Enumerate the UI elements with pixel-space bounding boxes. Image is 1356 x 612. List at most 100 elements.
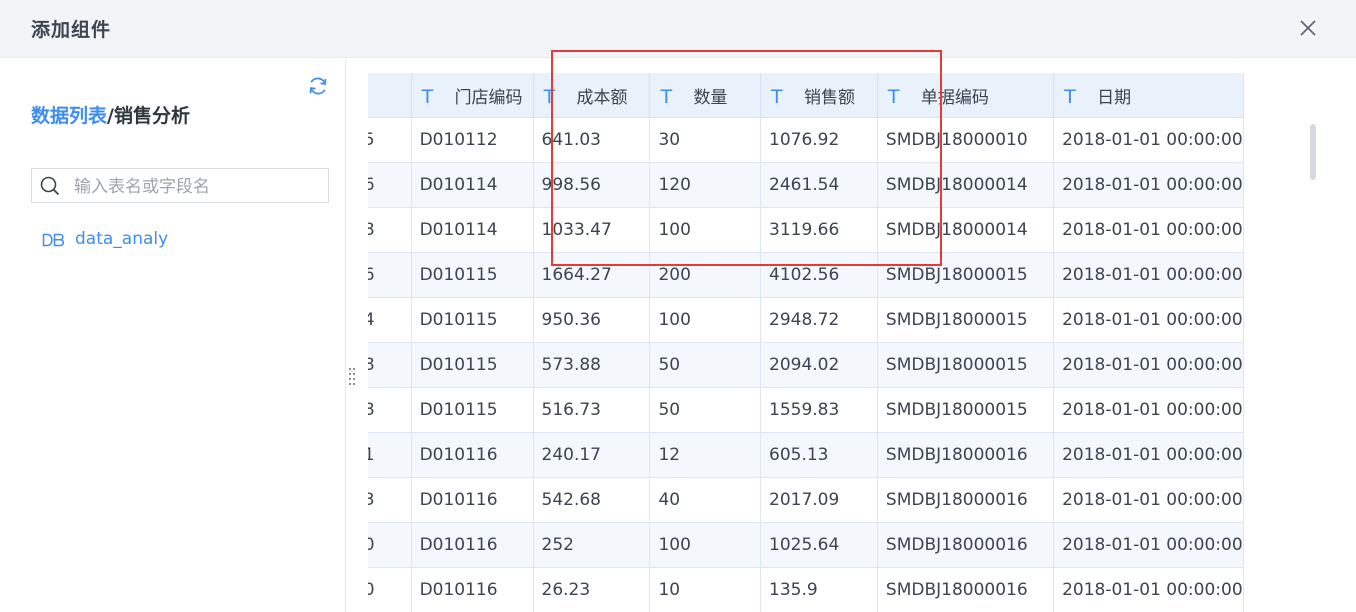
table-cell: 2948.72 [760,297,878,343]
table-cell: SMDBJ18000016 [877,567,1055,612]
table-cell: 2017.09 [760,477,878,523]
table-cell: 2018-01-01 00:00:00 [1053,162,1244,208]
table-cell: 1076.92 [760,117,878,163]
table-cell: 240.17 [533,432,651,478]
text-type-icon: T [660,85,673,108]
text-type-icon: T [887,85,900,108]
table-cell: D010115 [411,252,534,298]
table-cell: A6 [368,252,412,298]
table-cell: 2094.02 [760,342,878,388]
table-cell: 2018-01-01 00:00:00 [1053,297,1244,343]
search-input[interactable] [72,173,326,200]
column-header-label: 销售额 [804,87,855,108]
tree-item-label: data_analy [75,229,169,249]
column-header-store-code[interactable]: T 门店编码 [411,73,534,118]
refresh-icon[interactable] [306,74,330,98]
table-cell: 2018-01-01 00:00:00 [1053,567,1244,612]
scrollbar-thumb[interactable] [1310,124,1316,180]
breadcrumb-root[interactable]: 数据列表 [31,105,107,127]
tree-item-data-analy[interactable]: data_analy [42,228,168,250]
table-cell: 641.03 [533,117,651,163]
table-cell: 2018-01-01 00:00:00 [1053,522,1244,568]
table-row: 18D0101141033.471003119.66SMDBJ180000142… [368,207,1244,253]
column-header-sales[interactable]: T 销售额 [760,73,878,118]
table-cell: 1559.83 [760,387,878,433]
table-header-row: T T 门店编码 T 成本额 T 数量 T 销售额 T 单据编码 T 日期 [368,73,1244,118]
table-cell: 3119.66 [760,207,878,253]
table-body: 5D010112641.03301076.92SMDBJ180000102018… [368,117,1244,612]
table-cell: 2018-01-01 00:00:00 [1053,432,1244,478]
table-row: E8D010115573.88502094.02SMDBJ18000015201… [368,342,1244,388]
breadcrumb: 数据列表/销售分析 [31,101,190,128]
dialog-titlebar: 添加组件 [0,0,1356,58]
table-cell: 10 [649,567,761,612]
table-cell: 200 [649,252,761,298]
table-cell: 1664.27 [533,252,651,298]
data-preview-table: T T 门店编码 T 成本额 T 数量 T 销售额 T 单据编码 T 日期 5D010112… [368,73,1306,612]
table-cell: 4 [368,297,412,343]
dialog-title: 添加组件 [31,19,112,41]
breadcrumb-separator: / [107,105,114,127]
table-cell: SMDBJ18000015 [877,252,1055,298]
table-cell: 950.36 [533,297,651,343]
table-cell: 252 [533,522,651,568]
data-source-panel: 数据列表/销售分析 data_analy [0,58,346,612]
table-cell: D010116 [411,477,534,523]
table-cell: 18 [368,207,412,253]
database-icon [42,232,64,247]
table-cell: 516.73 [533,387,651,433]
table-cell: 4102.56 [760,252,878,298]
column-header-doc-code[interactable]: T 单据编码 [877,73,1055,118]
table-cell: SMDBJ18000016 [877,432,1055,478]
column-header-label: 成本额 [576,87,628,108]
column-header-label: 门店编码 [454,87,523,108]
table-cell: 2018-01-01 00:00:00 [1053,477,1244,523]
table-cell: .81 [368,432,412,478]
table-row: C0D01011626.2310135.9SMDBJ180000162018-0… [368,567,1244,612]
table-cell: 2018-01-01 00:00:00 [1053,207,1244,253]
table-row: 4D010115950.361002948.72SMDBJ18000015201… [368,297,1244,343]
table-cell: D010116 [411,522,534,568]
table-cell: SMDBJ18000014 [877,207,1055,253]
table-row: 3D010116542.68402017.09SMDBJ180000162018… [368,477,1244,523]
table-cell: D010116 [411,567,534,612]
column-header[interactable]: T [368,73,412,118]
table-cell: 12 [649,432,761,478]
text-type-icon: T [771,85,783,108]
search-icon [40,176,60,196]
table-cell: SMDBJ18000015 [877,342,1055,388]
table-cell: SMDBJ18000015 [877,387,1055,433]
breadcrumb-current: 销售分析 [113,105,190,127]
column-header-label: 单据编码 [920,87,989,108]
table-row: 5D010112641.03301076.92SMDBJ180000102018… [368,117,1244,163]
table-cell: D010116 [411,432,534,478]
vertical-scrollbar[interactable] [1307,120,1319,612]
table-cell: 605.13 [760,432,878,478]
close-icon[interactable] [1296,16,1320,40]
panel-resize-handle[interactable] [348,366,356,388]
table-cell: 135.9 [760,567,878,612]
table-cell: 2461.54 [760,162,878,208]
table-cell: 542.68 [533,477,651,523]
table-row: .81D010116240.1712605.13SMDBJ18000016201… [368,432,1244,478]
table-cell: 2018-01-01 00:00:00 [1053,342,1244,388]
table-cell: SMDBJ18000014 [877,162,1055,208]
table-cell: 2018-01-01 00:00:00 [1053,252,1244,298]
table-cell: 100 [649,522,761,568]
table-row: A6D010114998.561202461.54SMDBJ1800001420… [368,162,1244,208]
column-header-cost[interactable]: T 成本额 [533,73,651,118]
table-cell: 3 [368,477,412,523]
table-cell: 1025.64 [760,522,878,568]
table-row: A6D0101151664.272004102.56SMDBJ180000152… [368,252,1244,298]
column-header-date[interactable]: T 日期 [1053,73,1244,118]
table-cell: C0 [368,567,412,612]
table-cell: 50 [649,387,761,433]
table-cell: 573.88 [533,342,651,388]
table-cell: SMDBJ18000010 [877,117,1055,163]
column-header-quantity[interactable]: T 数量 [649,73,761,118]
table-cell: 998.56 [533,162,651,208]
table-cell: D010114 [411,162,534,208]
table-cell: D010112 [411,117,534,163]
search-field [31,168,329,203]
text-type-icon: T [421,85,434,108]
